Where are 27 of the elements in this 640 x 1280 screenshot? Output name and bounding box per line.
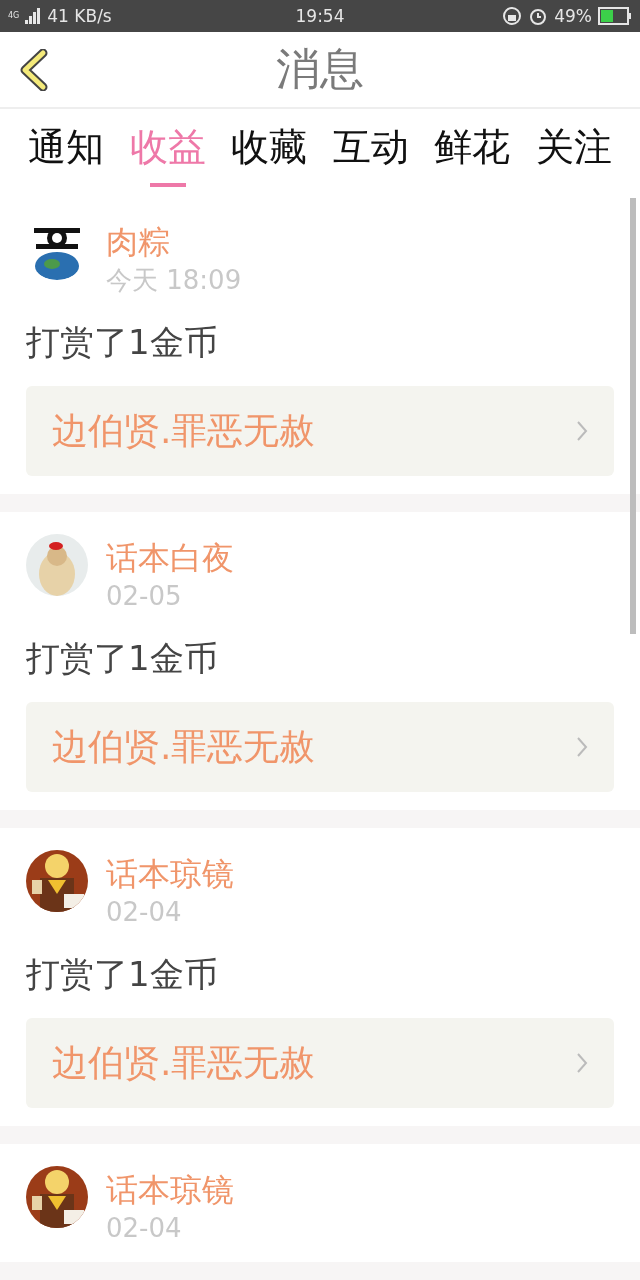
page-title: 消息: [276, 41, 364, 96]
message-text: 打赏了1金币: [26, 321, 219, 364]
chevron-right-icon: [576, 420, 588, 442]
message-text: 打赏了1金币: [26, 637, 219, 680]
tab[interactable]: 收藏: [229, 118, 310, 189]
tab[interactable]: 关注: [533, 118, 614, 189]
story-link[interactable]: 边伯贤.罪恶无赦: [26, 702, 614, 792]
tab[interactable]: 互动: [330, 118, 411, 189]
chevron-right-icon: [576, 736, 588, 758]
story-link[interactable]: 边伯贤.罪恶无赦: [26, 386, 614, 476]
user-name[interactable]: 话本琼镜: [106, 1168, 234, 1212]
clock: 19:54: [295, 5, 345, 26]
user-name[interactable]: 肉粽: [106, 220, 242, 264]
tab[interactable]: 鲜花: [432, 118, 513, 189]
tab[interactable]: 通知: [26, 118, 106, 189]
story-link[interactable]: 边伯贤.罪恶无赦: [26, 1018, 614, 1108]
user-name[interactable]: 话本白夜: [106, 536, 234, 580]
user-name[interactable]: 话本琼镜: [106, 852, 234, 896]
network-speed: 41 KB/s: [47, 5, 112, 26]
message-text: 打赏了1金币: [26, 953, 219, 996]
battery-percent: 49%: [554, 5, 592, 26]
rotation-lock-icon: [502, 5, 523, 26]
tab[interactable]: 收益: [127, 118, 208, 189]
chevron-right-icon: [576, 1052, 588, 1074]
battery-icon: [598, 6, 632, 25]
signal-icon: [25, 7, 42, 24]
network-type: 4G: [8, 11, 20, 21]
